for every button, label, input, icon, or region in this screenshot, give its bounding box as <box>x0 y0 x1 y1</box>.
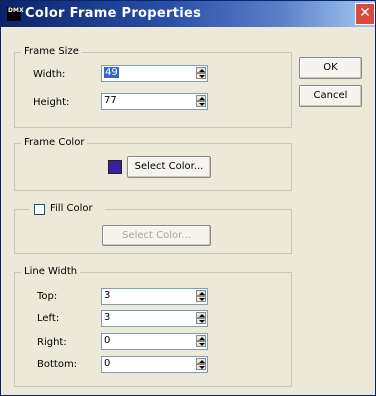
frame-color-label: Frame Color <box>21 137 88 148</box>
height-spin-arrows[interactable] <box>196 95 206 108</box>
width-spin-arrows[interactable] <box>196 67 206 80</box>
left-spin-arrows[interactable] <box>196 312 206 325</box>
spin-down-icon[interactable] <box>196 364 206 370</box>
width-value[interactable]: 49 <box>104 67 119 78</box>
spin-down-icon[interactable] <box>196 318 206 324</box>
frame-select-color-button[interactable]: Select Color... <box>127 156 211 178</box>
right-spinbox[interactable]: 0 <box>101 333 208 350</box>
bottom-spin-arrows[interactable] <box>196 358 206 371</box>
left-spinbox[interactable]: 3 <box>101 310 208 327</box>
fill-color-label[interactable]: Fill Color <box>50 203 93 214</box>
cancel-button[interactable]: Cancel <box>299 85 362 107</box>
bottom-spinbox[interactable]: 0 <box>101 356 208 373</box>
right-label: Right: <box>37 337 67 348</box>
app-icon: DMX <box>7 7 24 21</box>
height-label: Height: <box>33 97 70 108</box>
spin-down-icon[interactable] <box>196 73 206 79</box>
top-value[interactable]: 3 <box>104 290 110 301</box>
close-icon: ✕ <box>359 5 371 21</box>
top-spinbox[interactable]: 3 <box>101 288 208 305</box>
frame-size-group: Frame Size <box>14 46 292 128</box>
top-label: Top: <box>37 291 58 302</box>
width-spinbox[interactable]: 49 <box>101 65 208 82</box>
bottom-value[interactable]: 0 <box>104 358 110 369</box>
frame-size-label: Frame Size <box>21 46 82 57</box>
height-spinbox[interactable]: 77 <box>101 93 208 110</box>
right-spin-arrows[interactable] <box>196 335 206 348</box>
spin-down-icon[interactable] <box>196 101 206 107</box>
bottom-label: Bottom: <box>37 359 78 370</box>
top-spin-arrows[interactable] <box>196 290 206 303</box>
spin-down-icon[interactable] <box>196 341 206 347</box>
ok-button[interactable]: OK <box>299 57 362 79</box>
spin-down-icon[interactable] <box>196 296 206 302</box>
dialog-window: DMX Color Frame Properties ✕ Frame Size … <box>0 0 376 396</box>
height-value[interactable]: 77 <box>104 95 117 106</box>
title-bar[interactable]: DMX Color Frame Properties ✕ <box>1 1 375 27</box>
right-value[interactable]: 0 <box>104 335 110 346</box>
close-button[interactable]: ✕ <box>355 3 375 25</box>
fill-color-checkbox[interactable] <box>34 204 45 215</box>
line-width-label: Line Width <box>21 266 81 277</box>
left-value[interactable]: 3 <box>104 312 110 323</box>
app-icon-label: DMX <box>8 7 24 14</box>
left-label: Left: <box>37 313 60 324</box>
fill-select-color-button[interactable]: Select Color... <box>102 225 211 246</box>
window-title: Color Frame Properties <box>25 6 202 21</box>
frame-color-swatch <box>108 160 122 174</box>
width-label: Width: <box>33 69 66 80</box>
